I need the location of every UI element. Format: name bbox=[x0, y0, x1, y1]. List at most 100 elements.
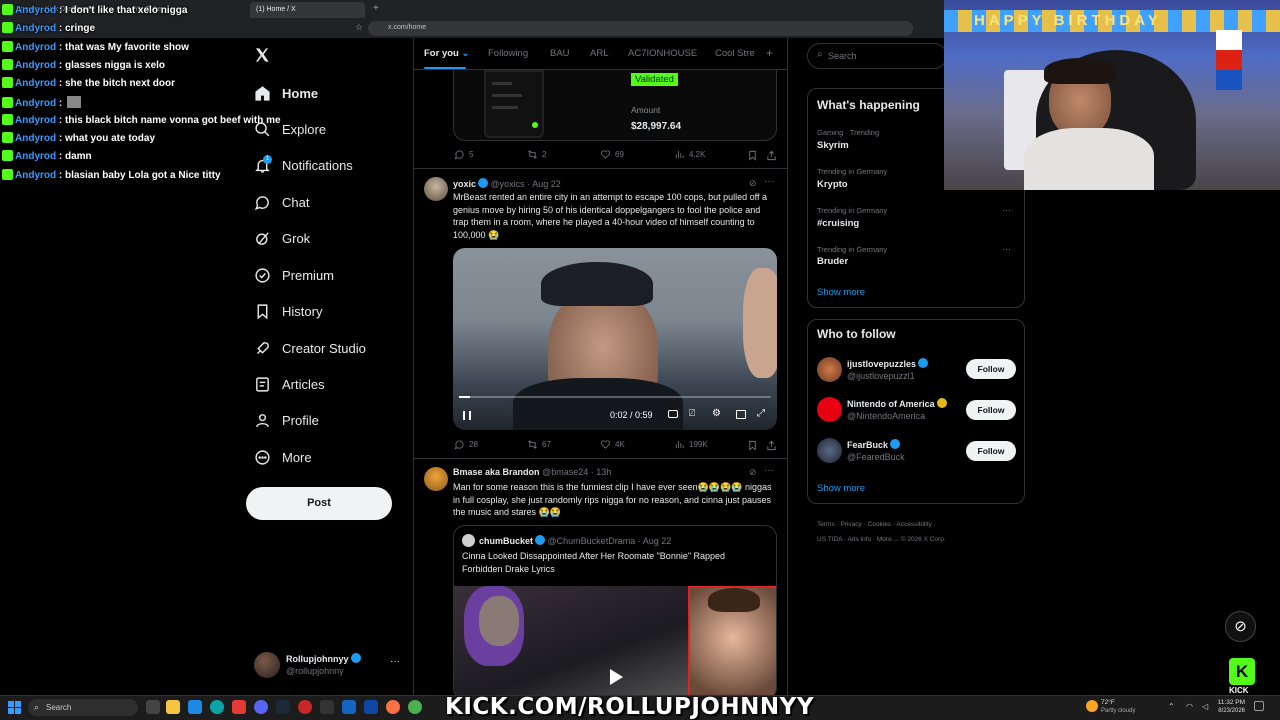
x-logo-icon[interactable] bbox=[254, 46, 270, 69]
follow-button[interactable]: Follow bbox=[966, 359, 1016, 379]
search-input[interactable]: Search bbox=[828, 51, 857, 61]
add-tab-icon[interactable]: + bbox=[766, 46, 773, 60]
nav-articles[interactable]: Articles bbox=[254, 369, 325, 399]
footer-link[interactable]: Cookies bbox=[868, 521, 891, 528]
grok-icon[interactable]: ⊘ bbox=[1225, 611, 1256, 642]
store-icon[interactable] bbox=[188, 700, 202, 714]
app-icon[interactable] bbox=[364, 700, 378, 714]
views-button[interactable]: 4.2K bbox=[674, 149, 705, 160]
share-button[interactable] bbox=[766, 438, 777, 456]
task-view-icon[interactable] bbox=[146, 700, 160, 714]
mute-icon[interactable]: ⍁ bbox=[689, 408, 695, 419]
nav-home[interactable]: Home bbox=[254, 78, 318, 108]
steam-icon[interactable] bbox=[276, 700, 290, 714]
footer-link[interactable]: More ... bbox=[877, 536, 899, 543]
weather-temp[interactable]: 72°F bbox=[1101, 699, 1115, 706]
nav-history[interactable]: History bbox=[254, 296, 322, 326]
views-button[interactable]: 199K bbox=[674, 439, 708, 450]
trend-item[interactable]: Skyrim bbox=[817, 140, 849, 151]
volume-icon[interactable]: ◁ bbox=[1202, 702, 1208, 711]
nav-creator-studio[interactable]: Creator Studio bbox=[254, 333, 366, 363]
quoted-video[interactable] bbox=[454, 586, 688, 699]
more-icon[interactable]: ··· bbox=[764, 176, 774, 187]
tweet-author[interactable]: Bmase aka Brandon @bmase24 · 13h bbox=[453, 467, 611, 477]
follow-button[interactable]: Follow bbox=[966, 400, 1016, 420]
video-progress-track[interactable] bbox=[459, 396, 771, 398]
nav-chat[interactable]: Chat bbox=[254, 187, 309, 217]
obs-icon[interactable] bbox=[320, 700, 334, 714]
tab-for-you[interactable]: For you ⌄ bbox=[424, 48, 469, 59]
tweet-author[interactable]: yoxic @yoxics · Aug 22 bbox=[453, 178, 561, 189]
more-icon[interactable]: ··· bbox=[390, 656, 400, 667]
nav-grok[interactable]: Grok bbox=[254, 223, 310, 253]
footer-link[interactable]: US TIDA bbox=[817, 536, 842, 543]
post-button[interactable]: Post bbox=[246, 487, 392, 520]
play-icon[interactable] bbox=[610, 669, 623, 685]
windows-start-icon[interactable] bbox=[8, 701, 21, 714]
tray-chevron-icon[interactable]: ⌃ bbox=[1168, 702, 1175, 711]
reply-button[interactable]: 5 bbox=[454, 149, 473, 160]
show-more-trends[interactable]: Show more bbox=[817, 287, 865, 298]
wifi-icon[interactable]: ◠ bbox=[1186, 702, 1193, 711]
nintendo-logo-icon[interactable] bbox=[817, 397, 842, 422]
follow-button[interactable]: Follow bbox=[966, 441, 1016, 461]
clock-time[interactable]: 11:32 PM bbox=[1217, 699, 1245, 706]
edge-icon[interactable] bbox=[210, 700, 224, 714]
bookmark-button[interactable] bbox=[747, 438, 758, 456]
nav-more[interactable]: More bbox=[254, 442, 312, 472]
search-box[interactable]: ⌕ Search bbox=[807, 43, 947, 69]
brave-icon[interactable] bbox=[232, 700, 246, 714]
grok-icon[interactable]: ⊘ bbox=[749, 467, 757, 478]
firefox-icon[interactable] bbox=[386, 700, 400, 714]
tab-following[interactable]: Following bbox=[488, 48, 528, 59]
chrome-icon[interactable] bbox=[408, 700, 422, 714]
fullscreen-icon[interactable]: ⤢ bbox=[757, 408, 765, 419]
bookmark-button[interactable] bbox=[747, 148, 758, 166]
file-explorer-icon[interactable] bbox=[166, 700, 180, 714]
quoted-tweet[interactable]: chumBucket @ChumBucketDrama · Aug 22 Cin… bbox=[453, 525, 777, 700]
bookmark-star-icon[interactable]: ☆ bbox=[355, 22, 363, 33]
suggestion-name[interactable]: Nintendo of America bbox=[847, 398, 947, 409]
previous-tweet-media[interactable]: Validated Amount $28,997.64 bbox=[453, 70, 777, 141]
tab-arl[interactable]: ARL bbox=[590, 48, 608, 59]
footer-link[interactable]: Ads info bbox=[848, 536, 872, 543]
picture-in-picture-icon[interactable] bbox=[736, 410, 746, 419]
footer-link[interactable]: Accessibility bbox=[896, 521, 931, 528]
nav-profile[interactable]: Profile bbox=[254, 405, 319, 435]
footer-link[interactable]: Terms bbox=[817, 521, 835, 528]
more-icon[interactable]: ··· bbox=[1002, 205, 1011, 215]
tab-bau[interactable]: BAU bbox=[550, 48, 570, 59]
settings-gear-icon[interactable]: ⚙ bbox=[712, 408, 721, 419]
avatar[interactable] bbox=[424, 467, 448, 491]
address-bar[interactable]: x.com/home bbox=[368, 21, 913, 36]
like-button[interactable]: 4K bbox=[600, 439, 625, 450]
footer-link[interactable]: Privacy bbox=[840, 521, 861, 528]
trend-item[interactable]: #cruising bbox=[817, 218, 859, 229]
browser-tab-active[interactable]: (1) Home / X bbox=[250, 2, 365, 18]
notification-center-icon[interactable] bbox=[1254, 701, 1264, 711]
tab-actionhouse[interactable]: AC7IONHOUSE bbox=[628, 48, 697, 59]
captions-icon[interactable] bbox=[668, 410, 678, 418]
more-icon[interactable]: ··· bbox=[764, 465, 774, 476]
new-tab-icon[interactable]: + bbox=[373, 3, 379, 14]
suggestion-name[interactable]: FearBuck bbox=[847, 439, 901, 450]
trend-item[interactable]: Bruder bbox=[817, 256, 848, 267]
share-button[interactable] bbox=[766, 148, 777, 166]
pause-icon[interactable] bbox=[463, 411, 471, 420]
avatar[interactable] bbox=[817, 438, 842, 463]
nav-explore[interactable]: Explore bbox=[254, 114, 326, 144]
repost-button[interactable]: 2 bbox=[527, 149, 546, 160]
avatar[interactable] bbox=[817, 357, 842, 382]
app-icon[interactable] bbox=[342, 700, 356, 714]
show-more-follow[interactable]: Show more bbox=[817, 483, 865, 494]
tab-cool-stre[interactable]: Cool Stre bbox=[715, 48, 757, 59]
taskbar-search[interactable]: ⌕ Search bbox=[28, 699, 138, 716]
discord-icon[interactable] bbox=[254, 700, 268, 714]
suggestion-name[interactable]: ijustlovepuzzles bbox=[847, 358, 929, 369]
grok-icon[interactable]: ⊘ bbox=[749, 178, 757, 189]
more-icon[interactable]: ··· bbox=[1002, 244, 1011, 254]
app-icon[interactable] bbox=[298, 700, 312, 714]
repost-button[interactable]: 67 bbox=[527, 439, 551, 450]
like-button[interactable]: 69 bbox=[600, 149, 624, 160]
account-switcher[interactable]: Rollupjohnnyy @rollupjohnny ··· bbox=[254, 650, 404, 682]
